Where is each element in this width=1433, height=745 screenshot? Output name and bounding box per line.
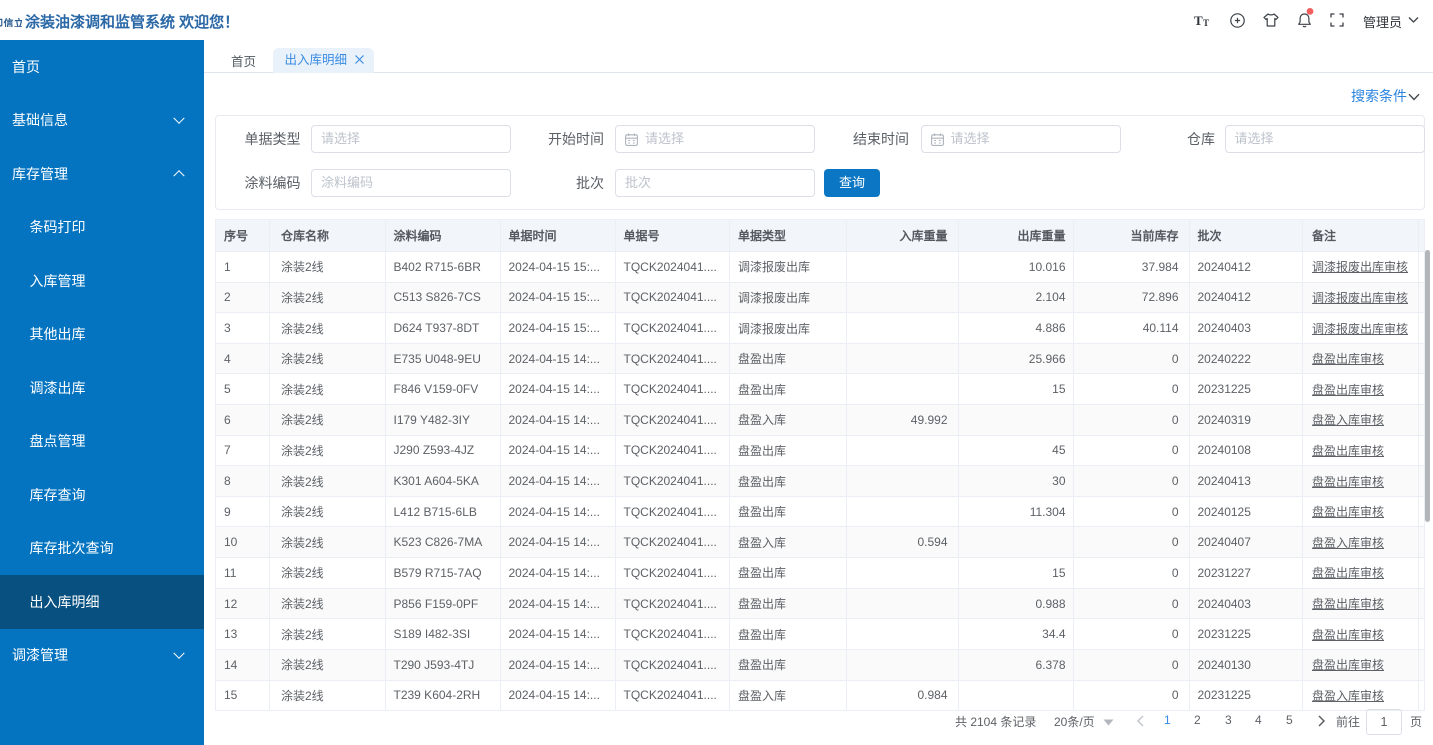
svg-text:T: T (1194, 13, 1203, 28)
svg-text:T: T (1203, 18, 1209, 28)
